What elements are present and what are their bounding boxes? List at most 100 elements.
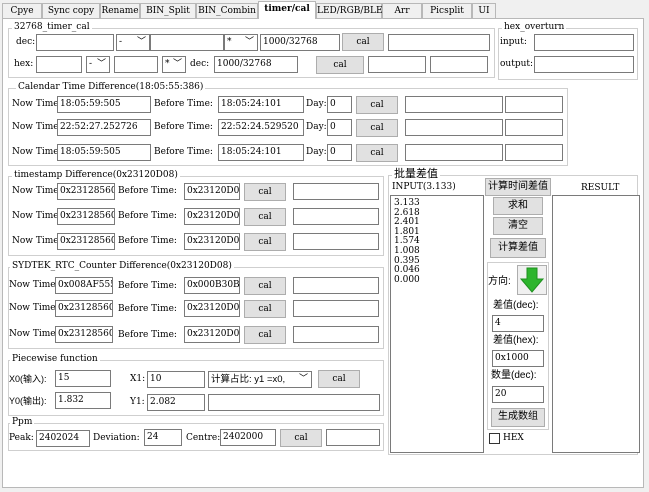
- tab-cpye[interactable]: Cpye: [2, 3, 42, 18]
- timestamp-before-input[interactable]: 0x23120D08: [184, 233, 240, 250]
- tab-ui[interactable]: UI: [472, 3, 496, 18]
- rtc-result-output[interactable]: [293, 326, 379, 343]
- tab-led-rgb-ble[interactable]: LED/RGB/BLE: [316, 3, 383, 18]
- ratio-mode-select[interactable]: 计算占比: y1 =x0, ﹀: [208, 371, 312, 388]
- calendar-before-input[interactable]: 22:52:24.529520: [218, 119, 304, 136]
- diff-dec-input[interactable]: 4: [492, 315, 544, 332]
- x1-input[interactable]: 10: [147, 371, 205, 388]
- tab-timer-cal[interactable]: timer/cal: [258, 1, 316, 19]
- timestamp-before-input[interactable]: 0x23120D08: [184, 208, 240, 225]
- generate-array-button[interactable]: 生成数组: [491, 408, 545, 427]
- calc-diff-button[interactable]: 计算差值: [490, 238, 546, 258]
- calendar-result2-output[interactable]: [505, 144, 563, 161]
- calendar-result-output[interactable]: [405, 96, 503, 113]
- rtc-result-output[interactable]: [293, 300, 379, 317]
- dec-result-output[interactable]: [388, 34, 490, 51]
- timestamp-result-output[interactable]: [293, 183, 379, 200]
- result-list[interactable]: [552, 195, 640, 453]
- tab-picsplit[interactable]: Picsplit: [422, 3, 472, 18]
- arrow-down-icon: [519, 267, 545, 293]
- calendar-result2-output[interactable]: [505, 96, 563, 113]
- overturn-input-field[interactable]: [534, 34, 634, 51]
- timestamp-now-label: Now Time:: [12, 211, 62, 221]
- overturn-output-field[interactable]: [534, 56, 634, 73]
- calendar-now-input[interactable]: 22:52:27.252726: [57, 119, 151, 136]
- tab-rename[interactable]: Rename: [100, 3, 140, 18]
- hex-ratio-input[interactable]: 1000/32768: [214, 56, 298, 73]
- dec-operator-select[interactable]: - ﹀: [116, 34, 150, 51]
- timestamp-cal-button[interactable]: cal: [244, 208, 286, 226]
- rtc-before-input[interactable]: 0x000B30B3: [184, 277, 240, 294]
- hex-operator-select[interactable]: - ﹀: [86, 56, 110, 73]
- timestamp-cal-button[interactable]: cal: [244, 183, 286, 201]
- calendar-before-input[interactable]: 18:05:24:101: [218, 144, 304, 161]
- x0-input[interactable]: 15: [55, 370, 111, 387]
- rtc-before-input[interactable]: 0x23120D08: [184, 300, 240, 317]
- rtc-title: SYDTEK_RTC_Counter Difference(0x23120D08…: [10, 261, 234, 272]
- input-list[interactable]: 3.133 2.618 2.401 1.801 1.574 1.008 0.39…: [390, 195, 484, 453]
- calendar-cal-button[interactable]: cal: [356, 144, 398, 162]
- timestamp-result-output[interactable]: [293, 233, 379, 250]
- hex-checkbox[interactable]: [489, 433, 500, 444]
- rtc-result-output[interactable]: [293, 277, 379, 294]
- calendar-now-input[interactable]: 18:05:59:505: [57, 144, 151, 161]
- centre-input[interactable]: 2402000: [220, 429, 276, 446]
- hex-multiply-select[interactable]: * ﹀: [162, 56, 186, 73]
- timestamp-now-input[interactable]: 0x23128560: [57, 233, 115, 250]
- peak-input[interactable]: 2402024: [36, 430, 90, 447]
- rtc-cal-button[interactable]: cal: [244, 326, 286, 344]
- dec-cal-button[interactable]: cal: [342, 33, 384, 51]
- timestamp-before-input[interactable]: 0x23120D08: [184, 183, 240, 200]
- rtc-now-input[interactable]: 0x23128560: [55, 326, 113, 343]
- hex-operand-input[interactable]: [114, 56, 158, 73]
- calendar-before-label: Before Time:: [154, 99, 213, 109]
- timestamp-cal-button[interactable]: cal: [244, 233, 286, 251]
- ppm-result-output[interactable]: [326, 429, 380, 446]
- piecewise-result-output[interactable]: [208, 394, 380, 411]
- timestamp-now-input[interactable]: 0x23128560: [57, 208, 115, 225]
- y0-input[interactable]: 1.832: [55, 392, 111, 409]
- dec-ratio-input[interactable]: 1000/32768: [260, 34, 340, 51]
- count-input[interactable]: 20: [492, 386, 544, 403]
- calendar-result2-output[interactable]: [505, 119, 563, 136]
- tab-arr[interactable]: Arr: [382, 3, 422, 18]
- rtc-before-input[interactable]: 0x23120D08: [184, 326, 240, 343]
- sum-button[interactable]: 求和: [493, 197, 543, 215]
- ppm-cal-button[interactable]: cal: [280, 429, 322, 447]
- calendar-before-input[interactable]: 18:05:24:101: [218, 96, 304, 113]
- rtc-now-input[interactable]: 0x008AF555: [55, 277, 113, 294]
- hex-result2-output[interactable]: [430, 56, 488, 73]
- y1-input[interactable]: 2.082: [147, 394, 205, 411]
- deviation-input[interactable]: 24: [144, 429, 182, 446]
- timestamp-result-output[interactable]: [293, 208, 379, 225]
- calc-time-diff-button[interactable]: 计算时间差值: [485, 178, 551, 196]
- calendar-cal-button[interactable]: cal: [356, 96, 398, 114]
- tab-sync-copy[interactable]: Sync copy: [42, 3, 100, 18]
- diff-hex-input[interactable]: 0x1000: [492, 350, 544, 367]
- rtc-now-input[interactable]: 0x23128560: [55, 300, 113, 317]
- calendar-now-label: Now Time:: [12, 147, 62, 157]
- calendar-day-input[interactable]: 0: [327, 119, 352, 136]
- calendar-day-input[interactable]: 0: [327, 144, 352, 161]
- calendar-now-input[interactable]: 18:05:59:505: [57, 96, 151, 113]
- direction-toggle-button[interactable]: [517, 265, 547, 295]
- rtc-cal-button[interactable]: cal: [244, 300, 286, 318]
- rtc-cal-button[interactable]: cal: [244, 277, 286, 295]
- tab-bin-split[interactable]: BIN_Split: [140, 3, 196, 18]
- calendar-result-output[interactable]: [405, 144, 503, 161]
- timestamp-now-input[interactable]: 0x23128560: [57, 183, 115, 200]
- hex-input[interactable]: [36, 56, 82, 73]
- hex-cal-button[interactable]: cal: [316, 56, 364, 74]
- clear-button[interactable]: 清空: [493, 217, 543, 235]
- hex-result-output[interactable]: [368, 56, 426, 73]
- rtc-before-label: Before Time:: [118, 304, 177, 314]
- piecewise-cal-button[interactable]: cal: [318, 370, 360, 388]
- dec-operand-input[interactable]: [150, 34, 224, 51]
- calendar-result-output[interactable]: [405, 119, 503, 136]
- tab-bin-combin[interactable]: BIN_Combin: [196, 3, 258, 18]
- dec-input[interactable]: [36, 34, 114, 51]
- calendar-cal-button[interactable]: cal: [356, 119, 398, 137]
- y1-label: Y1:: [130, 397, 145, 407]
- calendar-day-input[interactable]: 0: [327, 96, 352, 113]
- dec-multiply-select[interactable]: * ﹀: [224, 34, 258, 51]
